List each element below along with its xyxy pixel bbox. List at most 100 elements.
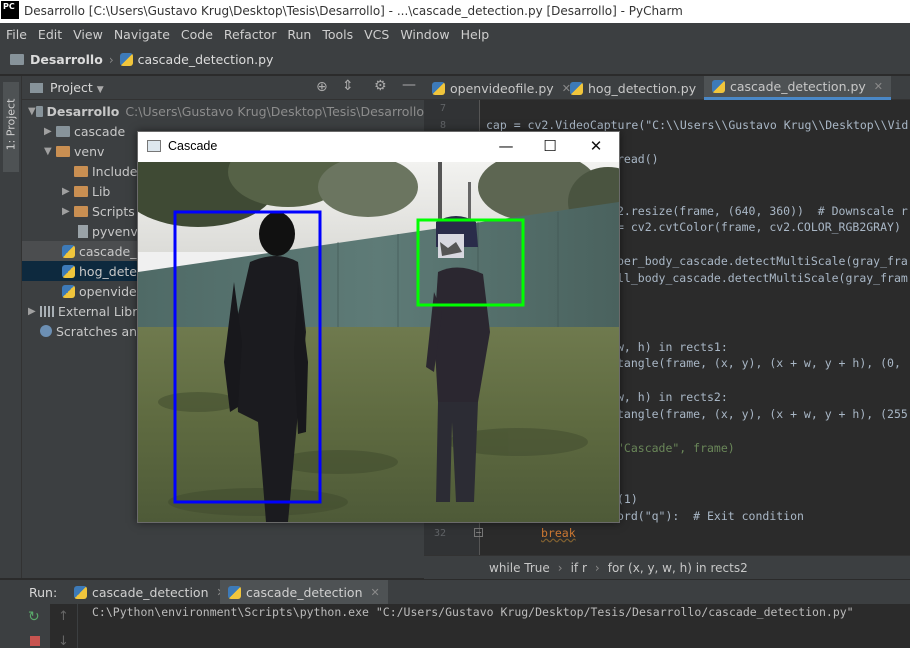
project-panel-header: Project ▼ ⊕ ⇕ ⚙ — [22, 76, 424, 100]
video-frame [138, 162, 619, 522]
run-console[interactable]: ↻ ↑ ↓ C:\Python\environment\Scripts\pyth… [0, 604, 910, 648]
code-line: tangle(frame, (x, y), (x + w, y + h), (2… [617, 407, 908, 421]
code-line: = cv2.cvtColor(frame, cv2.COLOR_RGB2GRAY… [617, 220, 901, 234]
pycharm-app-icon: PC [1, 1, 19, 19]
run-toolbar: ↻ [22, 604, 50, 648]
nav-crumb-project[interactable]: Desarrollo [10, 52, 103, 67]
scratches-icon [40, 325, 52, 337]
python-file-icon [62, 284, 75, 298]
run-label: Run: [29, 585, 58, 600]
line-number: 32 [433, 528, 446, 539]
bottom-left-stripe [0, 604, 22, 648]
chevron-down-icon: ▼ [44, 145, 52, 157]
video-frame-image [138, 162, 619, 522]
project-tool-tab[interactable]: 1: Project [3, 82, 19, 172]
code-line: read() [617, 152, 659, 166]
python-file-icon [712, 80, 725, 93]
chevron-right-icon: › [557, 560, 563, 575]
code-line: tangle(frame, (x, y), (x + w, y + h), (0… [617, 356, 901, 370]
run-tab-1[interactable]: cascade_detection ✕ [66, 580, 234, 605]
python-file-icon [62, 244, 75, 258]
nav-crumb-file[interactable]: cascade_detection.py [119, 52, 274, 67]
menu-file[interactable]: File [6, 27, 27, 42]
line-number: 7 [439, 103, 446, 114]
chevron-down-icon: ▼ [28, 105, 36, 117]
chevron-right-icon: ▶ [62, 185, 70, 197]
folder-icon [74, 185, 88, 197]
run-tab-2[interactable]: cascade_detection ✕ [220, 580, 388, 605]
run-command-output: C:\Python\environment\Scripts\python.exe… [92, 605, 854, 619]
run-panel-header: Run: cascade_detection ✕ cascade_detecti… [0, 579, 910, 605]
editor-tab-openvideofile[interactable]: openvideofile.py ✕ [424, 76, 579, 100]
editor-breadcrumb: while True › if r › for (x, y, w, h) in … [424, 555, 910, 579]
chevron-right-icon: ▶ [62, 205, 70, 217]
menu-navigate[interactable]: Navigate [114, 27, 170, 42]
line-number: 8 [439, 120, 446, 131]
cascade-window-title: Cascade [168, 139, 218, 153]
arrow-down-icon[interactable]: ↓ [58, 634, 69, 648]
chevron-right-icon: › [108, 52, 114, 67]
stop-icon[interactable] [30, 636, 40, 646]
menu-code[interactable]: Code [181, 27, 213, 42]
editor-tab-bar: openvideofile.py ✕ hog_detection.py ✕ ca… [424, 76, 910, 100]
menu-bar: File Edit View Navigate Code Refactor Ru… [0, 23, 910, 45]
code-line: w, h) in rects1: [617, 340, 728, 354]
rerun-icon[interactable]: ↻ [28, 609, 40, 625]
folder-icon [30, 83, 43, 93]
fold-icon[interactable]: − [474, 528, 483, 537]
menu-view[interactable]: View [73, 27, 103, 42]
code-line: per_body_cascade.detectMultiScale(gray_f… [617, 254, 908, 268]
arrow-up-icon[interactable]: ↑ [58, 609, 69, 624]
tree-item-desarrollo[interactable]: ▼ Desarrollo C:\Users\Gustavo Krug\Deskt… [22, 101, 424, 121]
menu-run[interactable]: Run [287, 27, 311, 42]
project-panel-title[interactable]: Project ▼ [50, 80, 104, 95]
menu-edit[interactable]: Edit [38, 27, 62, 42]
close-button[interactable]: ✕ [586, 136, 606, 156]
code-line: break [541, 526, 576, 540]
code-line: (1) [617, 492, 638, 506]
maximize-button[interactable]: ☐ [540, 136, 560, 156]
folder-icon [74, 165, 88, 177]
folder-icon [74, 205, 88, 217]
code-line: w, h) in rects2: [617, 390, 728, 404]
gear-icon[interactable]: ⚙ [374, 78, 387, 94]
nav-project-label: Desarrollo [30, 52, 103, 67]
breadcrumb-item[interactable]: while True [489, 561, 550, 575]
menu-vcs[interactable]: VCS [364, 27, 389, 42]
code-line: ord("q"): # Exit condition [617, 509, 804, 523]
close-icon[interactable]: ✕ [371, 586, 380, 599]
minimize-button[interactable]: — [496, 136, 516, 156]
navigation-bar: Desarrollo › cascade_detection.py [0, 45, 910, 75]
editor-tab-hog-detection[interactable]: hog_detection.py ✕ [562, 76, 721, 100]
window-title: Desarrollo [C:\Users\Gustavo Krug\Deskto… [24, 4, 683, 18]
title-bar: PC Desarrollo [C:\Users\Gustavo Krug\Des… [0, 0, 910, 23]
hide-icon[interactable]: — [402, 77, 416, 93]
menu-window[interactable]: Window [400, 27, 449, 42]
editor-tab-cascade-detection[interactable]: cascade_detection.py ✕ [704, 76, 892, 100]
file-icon [78, 224, 88, 238]
breadcrumb-item[interactable]: if r [571, 561, 587, 575]
code-line: cap = cv2.VideoCapture("C:\\Users\\Gusta… [486, 118, 909, 132]
run-toolbar-secondary: ↑ ↓ [50, 604, 78, 648]
collapse-all-icon[interactable]: ⇕ [342, 78, 354, 94]
folder-icon [56, 125, 70, 137]
chevron-right-icon: ▶ [28, 305, 36, 317]
menu-refactor[interactable]: Refactor [224, 27, 276, 42]
library-icon [40, 305, 54, 317]
cascade-title-bar[interactable]: Cascade — ☐ ✕ [138, 132, 619, 162]
close-icon[interactable]: ✕ [874, 80, 883, 93]
python-file-icon [228, 586, 241, 599]
nav-file-label: cascade_detection.py [137, 52, 274, 67]
python-file-icon [62, 264, 75, 278]
menu-help[interactable]: Help [461, 27, 490, 42]
cascade-window[interactable]: Cascade — ☐ ✕ [137, 131, 620, 523]
folder-icon [56, 145, 70, 157]
locate-icon[interactable]: ⊕ [316, 79, 328, 95]
left-tool-stripe: 1: Project [0, 76, 22, 578]
folder-icon [35, 105, 43, 117]
python-file-icon [570, 81, 583, 95]
code-line: 2.resize(frame, (640, 360)) # Downscale … [617, 204, 908, 218]
python-file-icon [74, 586, 87, 599]
menu-tools[interactable]: Tools [322, 27, 353, 42]
breadcrumb-item[interactable]: for (x, y, w, h) in rects2 [608, 561, 748, 575]
